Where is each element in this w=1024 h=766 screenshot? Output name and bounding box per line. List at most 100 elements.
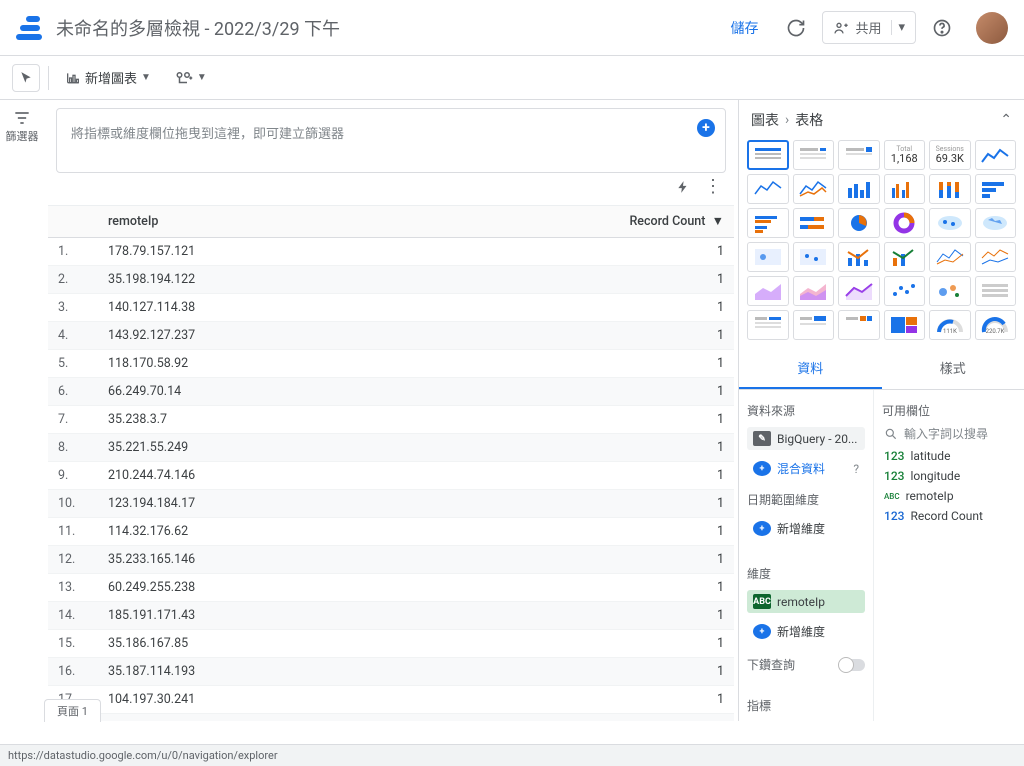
more-icon[interactable]: ⋮ — [704, 183, 722, 190]
table-row[interactable]: 1.178.79.157.1211 — [48, 238, 734, 266]
chart-type-pivot1[interactable] — [747, 310, 789, 340]
col-remoteip[interactable]: remoteIp — [98, 206, 405, 238]
table-row[interactable]: 17.104.197.30.2411 — [48, 686, 734, 714]
chart-type-pivot2[interactable] — [793, 310, 835, 340]
filter-dropzone[interactable]: 將指標或維度欄位拖曳到這裡，即可建立篩選器 + — [56, 108, 726, 173]
community-viz-button[interactable]: ▼ — [167, 64, 215, 92]
chart-type-bar3[interactable] — [929, 174, 971, 204]
tab-style[interactable]: 樣式 — [882, 348, 1024, 389]
save-button[interactable]: 儲存 — [718, 10, 770, 46]
data-table[interactable]: remoteIp Record Count ▼ 1.178.79.157.121… — [48, 205, 734, 721]
chart-type-spark2[interactable] — [793, 174, 835, 204]
chart-type-scatter[interactable] — [884, 276, 926, 306]
table-row[interactable]: 11.114.32.176.621 — [48, 518, 734, 546]
svg-text:220.7K: 220.7K — [986, 328, 1005, 335]
table-row[interactable]: 3.140.127.114.381 — [48, 294, 734, 322]
chart-type-bar2[interactable] — [884, 174, 926, 204]
add-date-dim[interactable]: +新增維度 — [747, 516, 865, 541]
table-row[interactable]: 16.35.187.114.1931 — [48, 658, 734, 686]
chart-type-hbar[interactable] — [975, 174, 1017, 204]
chart-type-combo2[interactable] — [884, 242, 926, 272]
toolbar: 新增圖表 ▼ ▼ — [0, 56, 1024, 100]
table-row[interactable]: 6.66.249.70.141 — [48, 378, 734, 406]
chart-type-multi1[interactable] — [929, 242, 971, 272]
chart-type-tree[interactable] — [884, 310, 926, 340]
chart-type-gauge1[interactable]: 111K — [929, 310, 971, 340]
chart-type-area1[interactable] — [747, 276, 789, 306]
chart-type-bar1[interactable] — [838, 174, 880, 204]
page-tab[interactable]: 頁面 1 — [44, 699, 101, 722]
chart-type-spark1[interactable] — [747, 174, 789, 204]
status-bar: https://datastudio.google.com/u/0/naviga… — [0, 744, 1024, 766]
field-longitude[interactable]: 123longitude — [882, 466, 1016, 486]
chart-type-donut[interactable] — [884, 208, 926, 238]
select-tool[interactable] — [12, 64, 40, 92]
chart-type-table[interactable] — [747, 140, 789, 170]
table-row[interactable]: 10.123.194.184.171 — [48, 490, 734, 518]
chart-type-pivot3[interactable] — [838, 310, 880, 340]
chart-type-area3[interactable] — [838, 276, 880, 306]
dimension-chip[interactable]: ABCremoteIp — [747, 590, 865, 613]
field-remoteIp[interactable]: ABCremoteIp — [882, 486, 1016, 506]
table-row[interactable]: 7.35.238.3.71 — [48, 406, 734, 434]
chart-type-gauge2[interactable]: 220.7K — [975, 310, 1017, 340]
table-row[interactable]: 12.35.233.165.1461 — [48, 546, 734, 574]
app-header: 未命名的多層檢視 - 2022/3/29 下午 儲存 共用 ▾ — [0, 0, 1024, 56]
table-row[interactable]: 14.185.191.171.431 — [48, 602, 734, 630]
drill-toggle[interactable] — [839, 659, 865, 671]
blend-data[interactable]: +混合資料 ? — [747, 456, 865, 481]
chart-type-table2[interactable] — [793, 140, 835, 170]
chart-type-score2[interactable]: Sessions69.3K — [929, 140, 971, 170]
chart-type-map1[interactable] — [747, 242, 789, 272]
table-row[interactable]: 13.60.249.255.2381 — [48, 574, 734, 602]
share-caret[interactable]: ▾ — [891, 20, 911, 35]
help-icon[interactable] — [924, 10, 960, 46]
collapse-icon[interactable]: ⌃ — [1000, 112, 1012, 128]
user-avatar[interactable] — [976, 12, 1008, 44]
chart-type-map2[interactable] — [793, 242, 835, 272]
col-record-count[interactable]: Record Count ▼ — [405, 206, 734, 238]
chart-type-line[interactable] — [975, 140, 1017, 170]
field-latitude[interactable]: 123latitude — [882, 446, 1016, 466]
search-icon — [884, 427, 898, 441]
doc-title[interactable]: 未命名的多層檢視 - 2022/3/29 下午 — [56, 15, 718, 41]
config-panel: 圖表 › 表格 ⌃ Total1,168Sessions69.3K111K220… — [739, 100, 1024, 721]
chart-type-pie[interactable] — [838, 208, 880, 238]
breadcrumb-table: 表格 — [795, 110, 823, 130]
table-row[interactable]: 5.118.170.58.921 — [48, 350, 734, 378]
svg-text:111K: 111K — [943, 328, 957, 335]
chart-type-combo1[interactable] — [838, 242, 880, 272]
bolt-icon[interactable] — [676, 179, 690, 195]
chart-type-bubble[interactable] — [929, 276, 971, 306]
table-row[interactable]: 15.35.186.167.851 — [48, 630, 734, 658]
add-filter-icon[interactable]: + — [697, 119, 715, 137]
chart-type-list[interactable] — [975, 276, 1017, 306]
chart-type-geo1[interactable] — [929, 208, 971, 238]
filter-icon[interactable] — [12, 108, 32, 128]
add-dimension[interactable]: +新增維度 — [747, 619, 865, 644]
chart-type-hbar3[interactable] — [793, 208, 835, 238]
chart-type-multi2[interactable] — [975, 242, 1017, 272]
refresh-icon[interactable] — [778, 10, 814, 46]
filter-rail: 篩選器 — [0, 100, 44, 721]
chart-type-table3[interactable] — [838, 140, 880, 170]
chart-type-hbar2[interactable] — [747, 208, 789, 238]
app-logo — [16, 14, 44, 42]
field-Record Count[interactable]: 123Record Count — [882, 506, 1016, 526]
table-row[interactable]: 18.35.199.123.1501 — [48, 714, 734, 722]
table-row[interactable]: 2.35.198.194.1221 — [48, 266, 734, 294]
chart-type-area2[interactable] — [793, 276, 835, 306]
share-icon — [833, 20, 849, 36]
table-row[interactable]: 9.210.244.74.1461 — [48, 462, 734, 490]
breadcrumb-chart[interactable]: 圖表 — [751, 110, 779, 130]
chart-type-geo2[interactable] — [975, 208, 1017, 238]
field-search[interactable]: 輸入字詞以搜尋 — [882, 421, 1016, 446]
table-row[interactable]: 8.35.221.55.2491 — [48, 434, 734, 462]
datasource-chip[interactable]: ✎BigQuery - 20... — [747, 427, 865, 450]
tab-data[interactable]: 資料 — [739, 348, 882, 389]
community-icon — [175, 70, 193, 86]
add-chart-button[interactable]: 新增圖表 ▼ — [57, 62, 159, 93]
chart-type-score1[interactable]: Total1,168 — [884, 140, 926, 170]
share-button[interactable]: 共用 ▾ — [822, 11, 916, 44]
table-row[interactable]: 4.143.92.127.2371 — [48, 322, 734, 350]
